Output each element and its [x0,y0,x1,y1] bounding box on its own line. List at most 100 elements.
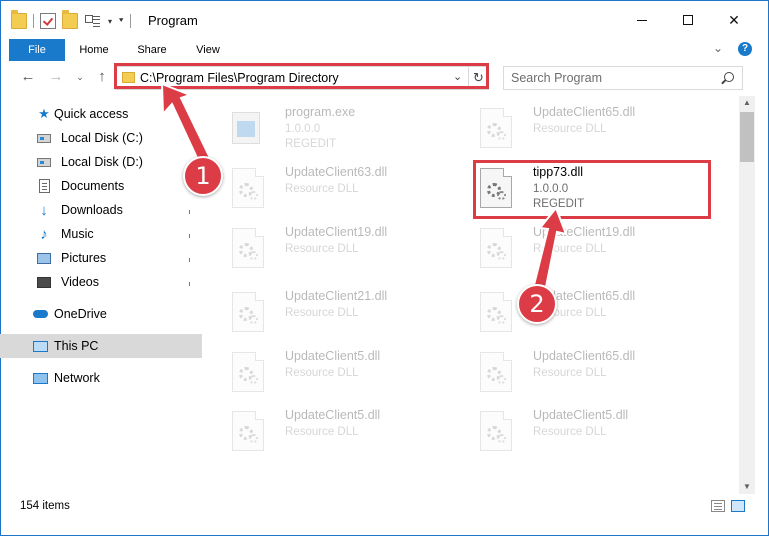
sidebar-item-label: Quick access [54,107,129,121]
file-item[interactable]: UpdateClient21.dll Resource DLL [222,284,462,340]
dll-file-icon [480,292,514,334]
cloud-icon [32,306,48,322]
details-view-icon[interactable] [711,500,725,512]
tab-share[interactable]: Share [131,39,173,61]
network-icon [32,370,48,386]
file-description: Resource DLL [285,183,359,195]
toolbar-separator [33,14,34,28]
sidebar-item-downloads[interactable]: ↓ Downloads [0,198,202,222]
dll-file-icon [480,352,514,394]
sidebar-item-pictures[interactable]: Pictures [0,246,202,270]
view-options-icon[interactable] [84,13,102,29]
tab-home[interactable]: Home [73,39,115,61]
file-version: 1.0.0.0 [285,123,321,135]
large-icons-view-icon[interactable] [731,500,745,512]
help-icon[interactable]: ? [738,42,752,56]
item-count: 154 items [20,500,70,512]
sidebar-item-label: Music [61,227,94,241]
file-description: Resource DLL [285,426,359,438]
sidebar-item-local-disk-d[interactable]: Local Disk (D:) [0,150,202,174]
sidebar-item-network[interactable]: Network [0,366,202,390]
dll-file-icon [480,411,514,453]
step-2-badge: 2 [517,284,557,324]
file-item[interactable]: UpdateClient5.dll Resource DLL [222,403,462,459]
file-item[interactable]: UpdateClient65.dll Resource DLL [470,344,710,400]
scroll-thumb[interactable] [740,112,754,162]
file-name: UpdateClient63.dll [285,165,388,179]
sidebar-item-label: Pictures [61,251,107,265]
pin-icon[interactable] [186,252,194,262]
search-icon[interactable] [724,72,734,82]
sidebar-item-onedrive[interactable]: OneDrive [0,302,202,326]
pin-icon[interactable] [186,276,194,286]
pin-icon[interactable] [186,204,194,214]
file-item[interactable]: UpdateClient19.dll Resource DLL [470,220,710,276]
sidebar-item-quick-access[interactable]: ★ Quick access [0,102,202,126]
documents-icon [36,178,52,194]
file-description: Resource DLL [533,367,607,379]
file-item-selected[interactable]: tipp73.dll 1.0.0.0 REGEDIT [470,160,710,216]
file-description: Resource DLL [533,123,607,135]
sidebar-item-label: Documents [61,179,125,193]
sidebar-item-label: Network [54,371,100,385]
search-box[interactable]: Search Program [503,66,743,90]
file-item[interactable]: UpdateClient19.dll Resource DLL [222,220,462,276]
ribbon-tabs: File Home Share View ⌄ ? [1,39,768,61]
tab-file[interactable]: File [9,39,65,61]
recent-locations-icon[interactable]: ⌄ [71,68,89,86]
file-name: UpdateClient19.dll [285,225,388,239]
address-folder-icon [122,72,135,83]
sidebar-item-videos[interactable]: Videos [0,270,202,294]
quick-access-toolbar: ▾ ⯆ [11,10,132,31]
vertical-scrollbar[interactable]: ▲ ▼ [739,96,755,494]
scroll-down-icon[interactable]: ▼ [739,480,755,494]
file-description: Resource DLL [285,367,359,379]
file-name: tipp73.dll [533,165,584,179]
downloads-icon: ↓ [40,201,48,219]
file-description: REGEDIT [533,198,585,210]
file-item[interactable]: UpdateClient63.dll Resource DLL [222,160,462,216]
sidebar-item-label: OneDrive [54,307,107,321]
new-folder-icon[interactable] [62,10,78,29]
address-dropdown-icon[interactable]: ⌄ [453,70,462,83]
scroll-up-icon[interactable]: ▲ [739,96,755,110]
dll-file-icon [480,228,514,270]
close-button[interactable]: ✕ [711,1,757,39]
minimize-icon [637,19,647,21]
properties-check-icon[interactable] [40,13,56,29]
navigation-bar: ← → ⌄ ↑ C:\Program Files\Program Directo… [1,62,768,94]
qat-dropdown-icon[interactable]: ▾ [108,17,112,26]
pin-icon[interactable] [186,228,194,238]
close-icon: ✕ [728,11,740,28]
sidebar-item-this-pc[interactable]: This PC [0,334,202,358]
refresh-icon[interactable]: ↻ [468,67,488,89]
status-bar: 154 items [0,494,767,518]
file-version: 1.0.0.0 [533,183,569,195]
file-item[interactable]: UpdateClient5.dll Resource DLL [470,403,710,459]
sidebar-item-music[interactable]: ♪ Music [0,222,202,246]
search-input[interactable]: Search Program [511,71,602,85]
forward-arrow-icon[interactable]: → [47,68,65,86]
file-item[interactable]: UpdateClient65.dll Resource DLL [470,100,710,156]
window-title: Program [148,13,198,28]
file-description: Resource DLL [285,243,359,255]
address-path[interactable]: C:\Program Files\Program Directory [140,71,339,85]
sidebar-item-documents[interactable]: Documents [0,174,202,198]
file-list: program.exe 1.0.0.0 REGEDIT UpdateClient… [212,98,737,490]
file-item[interactable]: program.exe 1.0.0.0 REGEDIT [222,100,462,156]
back-arrow-icon[interactable]: ← [19,68,37,86]
maximize-button[interactable] [665,1,711,39]
file-name: UpdateClient65.dll [533,349,636,363]
customize-toolbar-icon[interactable]: ⯆ [118,16,124,26]
sidebar-item-local-disk-c[interactable]: Local Disk (C:) [0,126,202,150]
tab-view[interactable]: View [187,39,229,61]
dll-file-icon [232,292,266,334]
address-bar[interactable]: C:\Program Files\Program Directory ⌄ ↻ [115,66,489,90]
file-item[interactable]: UpdateClient5.dll Resource DLL [222,344,462,400]
expand-ribbon-icon[interactable]: ⌄ [713,41,723,55]
file-item[interactable]: UpdateClient65.dll Resource DLL [470,284,710,340]
file-description: Resource DLL [533,243,607,255]
up-arrow-icon[interactable]: ↑ [93,68,111,86]
sidebar-item-label: Downloads [61,203,123,217]
minimize-button[interactable] [619,1,665,39]
